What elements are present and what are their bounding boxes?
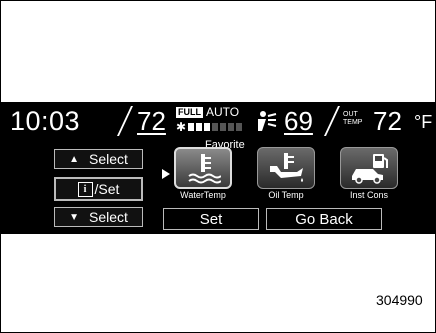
fan-bar	[220, 123, 226, 131]
airflow-mode-icon[interactable]	[254, 110, 278, 132]
figure-code: 304990	[376, 292, 423, 308]
outside-label-line1: OUT	[343, 111, 358, 118]
triangle-down-icon: ▼	[69, 211, 79, 223]
instant-consumption-icon	[352, 154, 388, 184]
fan-bar	[204, 123, 210, 131]
tile-label: WaterTemp	[180, 190, 226, 200]
select-up-button[interactable]: ▲ Select	[54, 149, 143, 169]
tile-instant-consumption[interactable]: Inst Cons	[340, 147, 398, 205]
tile-oil-temp[interactable]: Oil Temp	[257, 147, 315, 205]
fan-bar	[212, 123, 218, 131]
fan-icon: ✱	[176, 120, 187, 134]
inst-cons-icon-box	[340, 147, 398, 189]
status-bar: 10:03 72 FULL AUTO ✱ 69 OUT TEMP 72 °F	[1, 102, 435, 140]
water-temp-icon	[188, 154, 221, 184]
select-up-label: Select	[88, 151, 128, 167]
driver-temperature[interactable]: 72	[137, 106, 166, 137]
select-down-label: Select	[88, 209, 128, 225]
divider	[324, 106, 340, 136]
tile-label: Oil Temp	[268, 190, 304, 200]
divider	[117, 106, 133, 136]
fan-auto-label: AUTO	[206, 105, 240, 119]
select-down-button[interactable]: ▼ Select	[54, 207, 143, 227]
info-icon: i	[77, 181, 93, 197]
fan-full-badge: FULL	[176, 107, 203, 118]
outside-temp-label: OUT TEMP	[343, 111, 362, 127]
fan-bar	[196, 123, 202, 131]
set-button[interactable]: Set	[163, 208, 259, 230]
water-temp-icon-box	[174, 147, 232, 189]
outside-temperature: 72	[373, 106, 402, 136]
info-set-label: /Set	[94, 181, 120, 197]
selection-pointer-icon	[162, 169, 170, 179]
outside-label-line2: TEMP	[343, 119, 363, 126]
go-back-button[interactable]: Go Back	[266, 208, 382, 230]
triangle-up-icon: ▲	[69, 153, 79, 165]
oil-temp-icon-box	[257, 147, 315, 189]
tile-water-temp[interactable]: WaterTemp	[174, 147, 232, 205]
tile-label: Inst Cons	[349, 190, 389, 200]
outside-temp-unit: °F	[414, 112, 433, 132]
display-screen: 10:03 72 FULL AUTO ✱ 69 OUT TEMP 72 °F F…	[1, 102, 435, 234]
fan-bar	[188, 123, 194, 131]
fan-speed-bars	[188, 123, 242, 131]
fan-bar	[228, 123, 234, 131]
info-set-button[interactable]: i /Set	[54, 177, 143, 201]
passenger-temperature[interactable]: 69	[284, 106, 313, 137]
clock: 10:03	[10, 106, 81, 136]
oil-temp-icon	[270, 153, 303, 182]
fan-bar	[236, 123, 242, 131]
